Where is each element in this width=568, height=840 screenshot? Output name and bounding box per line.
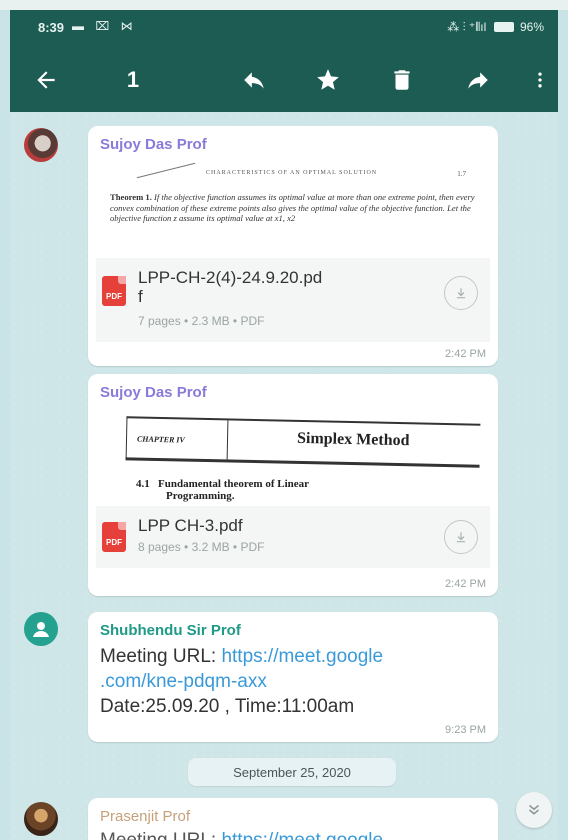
selection-toolbar: 1 xyxy=(10,54,558,110)
preview-theorem-label: Theorem 1. xyxy=(110,192,152,202)
message-text: Meeting URL: https://meet.google .com/kn… xyxy=(100,644,383,719)
signal-icons: ⁂ ⫶ ⁺⫴ıl xyxy=(447,20,487,34)
preview-header: CHARACTERISTICS OF AN OPTIMAL SOLUTION xyxy=(206,170,378,176)
meeting-line: Meeting URL: https://meet.google xyxy=(100,644,383,669)
sender-name: Prasenjit Prof xyxy=(100,808,191,825)
message-bubble[interactable]: Sujoy Das Prof CHARACTERISTICS OF AN OPT… xyxy=(88,126,498,366)
person-icon xyxy=(33,622,49,637)
chapter-title: Simplex Method xyxy=(296,429,410,450)
top-strip xyxy=(0,0,568,10)
document-preview[interactable]: CHARACTERISTICS OF AN OPTIMAL SOLUTION 1… xyxy=(96,160,490,256)
pdf-file-icon: PDF xyxy=(102,522,126,552)
file-name-line-1: LPP-CH-2(4)-24.9.20.pd xyxy=(138,268,323,287)
pdf-file-icon: PDF xyxy=(102,276,126,306)
document-preview[interactable]: CHAPTER IV Simplex Method 4.1 Fundamenta… xyxy=(96,406,490,504)
meeting-label: Meeting URL: xyxy=(100,646,222,667)
message-bubble[interactable]: Prasenjit Prof Meeting URL: https://meet… xyxy=(88,798,498,840)
message-time: 2:42 PM xyxy=(445,348,486,360)
preview-body-text: If the objective function assumes its op… xyxy=(110,192,475,223)
chapter-box: CHAPTER IV Simplex Method xyxy=(125,416,481,468)
battery-icon xyxy=(493,22,514,32)
scroll-to-bottom-button[interactable] xyxy=(516,792,552,828)
file-name-line-2: f xyxy=(138,287,143,306)
message-time: 9:23 PM xyxy=(445,724,486,736)
preview-body: Theorem 1. If the objective function ass… xyxy=(110,192,476,224)
status-right: ⁂ ⫶ ⁺⫴ıl 96% xyxy=(447,20,544,35)
file-name: LPP-CH-2(4)-24.9.20.pd f xyxy=(138,268,322,306)
chat-area[interactable]: Sujoy Das Prof CHARACTERISTICS OF AN OPT… xyxy=(10,112,558,840)
preview-mark xyxy=(136,162,196,179)
section-heading: 4.1 Fundamental theorem of Linear Progra… xyxy=(136,478,309,502)
file-meta: 8 pages • 3.2 MB • PDF xyxy=(138,540,265,554)
battery-level: 96% xyxy=(519,20,544,34)
avatar[interactable] xyxy=(24,612,58,646)
chapter-divider xyxy=(226,420,229,461)
app-bar: 8:39 ▬ ⌧ ⋈ ⁂ ⫶ ⁺⫴ıl 96% 1 xyxy=(10,10,558,112)
date-divider: September 25, 2020 xyxy=(188,758,396,786)
meeting-date: Date:25.09.20 , Time:11:00am xyxy=(100,696,355,717)
message-time: 2:42 PM xyxy=(445,578,486,590)
star-icon[interactable] xyxy=(312,64,344,96)
message-bubble[interactable]: Shubhendu Sir Prof Meeting URL: https://… xyxy=(88,612,498,742)
arrow-left-icon[interactable] xyxy=(30,64,62,96)
download-icon[interactable] xyxy=(444,276,478,310)
file-meta: 7 pages • 2.3 MB • PDF xyxy=(138,314,265,328)
meeting-link[interactable]: https://meet.google xyxy=(221,646,383,667)
section-text-1: Fundamental theorem of Linear xyxy=(158,478,310,490)
status-time: 8:39 xyxy=(38,20,65,35)
avatar[interactable] xyxy=(24,802,58,836)
more-vert-icon[interactable] xyxy=(530,64,550,96)
chapter-label: CHAPTER IV xyxy=(136,434,185,445)
sender-name: Sujoy Das Prof xyxy=(100,136,207,153)
status-bar: 8:39 ▬ ⌧ ⋈ ⁂ ⫶ ⁺⫴ıl 96% xyxy=(10,10,558,46)
message-bubble[interactable]: Sujoy Das Prof CHAPTER IV Simplex Method… xyxy=(88,374,498,596)
selected-count: 1 xyxy=(126,67,140,92)
double-chevron-down-icon xyxy=(529,804,539,815)
sender-name: Shubhendu Sir Prof xyxy=(100,622,241,639)
forward-icon[interactable] xyxy=(462,64,494,96)
file-name: LPP CH-3.pdf xyxy=(138,516,243,535)
section-number: 4.1 xyxy=(136,478,150,490)
avatar[interactable] xyxy=(24,128,58,162)
reply-icon[interactable] xyxy=(238,64,270,96)
file-attachment[interactable]: PDF LPP-CH-2(4)-24.9.20.pd f 7 pages • 2… xyxy=(96,258,490,342)
file-attachment[interactable]: PDF LPP CH-3.pdf 8 pages • 3.2 MB • PDF xyxy=(96,506,490,568)
meeting-link-continued[interactable]: .com/kne-pdqm-axx xyxy=(100,669,383,694)
message-text: Meeting URL: https://meet.google xyxy=(100,828,383,840)
download-icon[interactable] xyxy=(444,520,478,554)
notification-icons: ▬ ⌧ ⋈ xyxy=(72,19,137,33)
meeting-link[interactable]: https://meet.google xyxy=(221,830,383,840)
section-text-2: Programming. xyxy=(166,490,235,502)
meeting-label: Meeting URL: xyxy=(100,830,221,840)
trash-icon[interactable] xyxy=(386,64,418,96)
preview-page-number: 1.7 xyxy=(457,170,466,178)
sender-name: Sujoy Das Prof xyxy=(100,384,207,401)
